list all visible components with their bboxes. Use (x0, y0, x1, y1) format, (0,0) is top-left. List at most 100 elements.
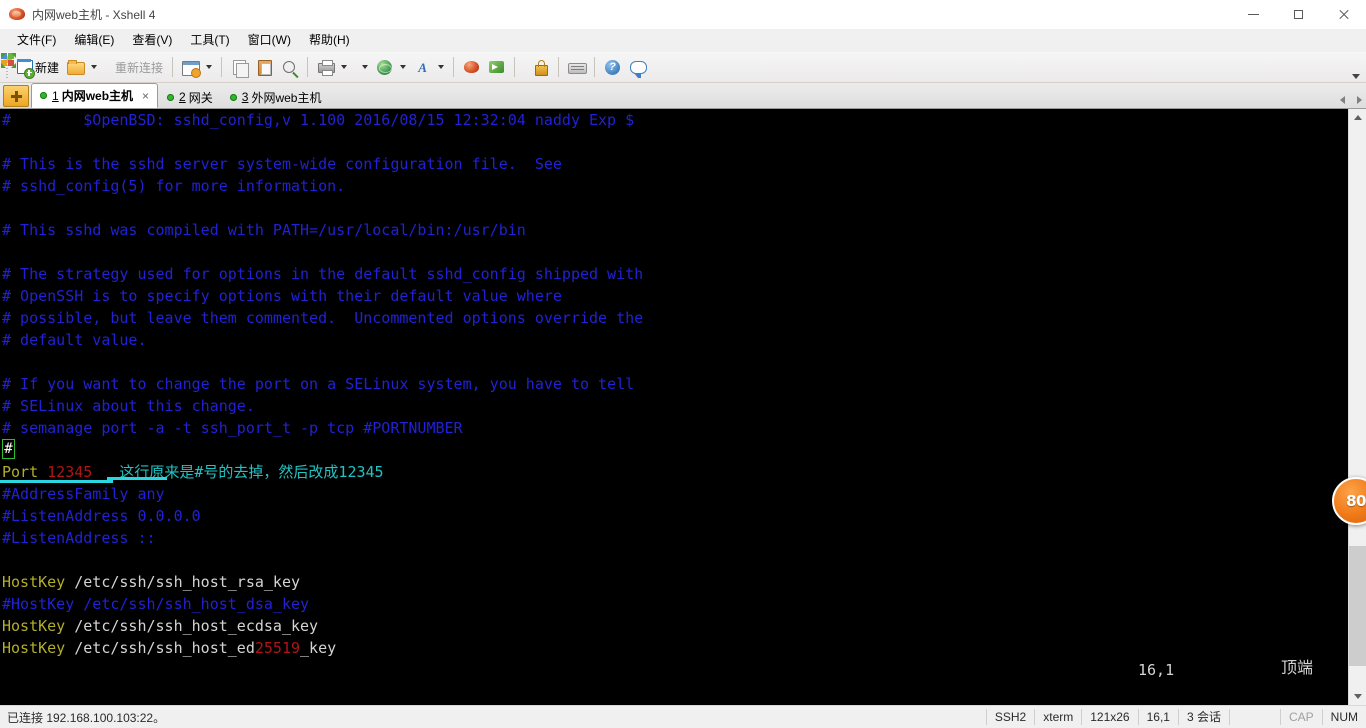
tab-status-dot-icon (40, 92, 47, 99)
menu-tools[interactable]: 工具(T) (181, 30, 238, 50)
tab-scroll-left-icon[interactable] (1340, 96, 1345, 104)
toolbar-separator-4 (453, 57, 455, 77)
tab-scroll-right-icon[interactable] (1357, 96, 1362, 104)
connect-button[interactable] (0, 53, 109, 80)
status-num-lock: NUM (1321, 709, 1366, 725)
terminal-line: # semanage port -a -t ssh_port_t -p tcp … (2, 417, 463, 439)
tab-3-waiwang-web[interactable]: 3 外网web主机 (222, 86, 330, 108)
font-dropdown-icon[interactable] (438, 65, 445, 69)
lock-icon (532, 59, 549, 76)
font-icon: A (418, 59, 427, 75)
terminal-text: # If you want to change the port on a SE… (2, 375, 635, 393)
xshell-app-icon (9, 6, 25, 22)
tab-1-neiwang-web[interactable]: 1 内网web主机 × (31, 83, 159, 108)
menu-help[interactable]: 帮助(H) (300, 30, 359, 50)
status-caps-lock: CAP (1279, 709, 1322, 725)
tab-1-close-icon[interactable]: × (142, 90, 149, 102)
fullscreen-button[interactable] (1, 53, 528, 80)
menu-file[interactable]: 文件(F) (8, 30, 65, 50)
scroll-down-button[interactable] (1349, 688, 1366, 705)
session-manager-button[interactable] (178, 54, 203, 80)
color-scheme-button[interactable] (1, 53, 359, 80)
terminal-text: HostKey (2, 639, 75, 657)
connection-status: 已连接 192.168.100.103:22。 (7, 710, 166, 725)
print-dropdown-icon[interactable] (341, 65, 348, 69)
find-button[interactable] (277, 54, 302, 80)
terminal-area: HostKey /etc/ssh/ssh_host_ed25519_key Hos… (0, 109, 1366, 705)
scrollbar-thumb[interactable] (1349, 546, 1366, 666)
terminal-line: # This is the sshd server system-wide co… (2, 153, 562, 175)
scrollbar-track[interactable] (1349, 126, 1366, 688)
status-term-type: xterm (1034, 709, 1081, 725)
color-scheme-dropdown-icon[interactable] (362, 65, 369, 69)
tab-3-number: 3 (241, 90, 249, 104)
scroll-up-button[interactable] (1349, 109, 1366, 126)
close-button[interactable] (1321, 0, 1366, 28)
minimize-icon (1248, 13, 1259, 15)
maximize-icon (1294, 9, 1303, 19)
xftp-icon (488, 59, 505, 76)
open-session-dropdown-icon[interactable] (91, 65, 98, 69)
terminal-text: HostKey (2, 573, 75, 591)
terminal-text: # The strategy used for options in the d… (2, 265, 644, 283)
terminal-text: # sshd_config(5) for more information. (2, 177, 346, 195)
chat-bubble-icon (629, 59, 648, 78)
copy-button[interactable] (227, 54, 252, 80)
chevron-up-icon (1353, 115, 1362, 120)
toolbar-separator-3 (307, 57, 309, 77)
menu-bar: 文件(F) 编辑(E) 查看(V) 工具(T) 窗口(W) 帮助(H) (0, 29, 1366, 52)
help-button[interactable]: ? (600, 54, 625, 80)
lock-button[interactable] (528, 54, 553, 80)
terminal-text: #AddressFamily any (2, 485, 165, 503)
open-session-button[interactable] (63, 54, 88, 80)
xshell-button[interactable] (459, 54, 484, 80)
new-tab-button[interactable] (3, 85, 29, 107)
toolbar-separator-6 (558, 57, 560, 77)
chat-button[interactable] (625, 54, 650, 80)
terminal-line: # SELinux about this change. (2, 395, 255, 417)
menu-edit[interactable]: 编辑(E) (65, 30, 123, 50)
terminal-line: # If you want to change the port on a SE… (2, 373, 634, 395)
chevron-down-icon (1353, 694, 1362, 699)
font-button[interactable]: A (410, 54, 435, 80)
reconnect-button[interactable]: 重新连接 (0, 53, 167, 80)
encoding-dropdown-icon[interactable] (400, 65, 407, 69)
terminal-screen[interactable]: HostKey /etc/ssh/ssh_host_ed25519_key Hos… (0, 109, 1348, 705)
menu-view[interactable]: 查看(V) (123, 30, 181, 50)
paste-button[interactable] (252, 54, 277, 80)
toolbar-separator-7 (594, 57, 596, 77)
session-manager-icon (182, 59, 202, 78)
encoding-button[interactable] (372, 54, 397, 80)
toolbar: 新建 重新连接 A ? (0, 52, 1366, 83)
toolbar-separator-2 (221, 57, 223, 77)
xftp-button[interactable] (484, 54, 509, 80)
keyboard-button[interactable] (564, 54, 589, 80)
terminal-text: # default value. (2, 331, 147, 349)
new-session-icon (16, 59, 35, 79)
window-controls (1231, 0, 1366, 28)
paste-icon (256, 59, 273, 76)
status-cursor-position: 16,1 (1137, 709, 1178, 725)
terminal-line: # OpenSSH is to specify options with the… (2, 285, 562, 307)
menu-window[interactable]: 窗口(W) (239, 30, 300, 50)
vim-scroll-indicator: 顶端 (1281, 658, 1314, 677)
maximize-button[interactable] (1276, 0, 1321, 28)
tab-2-wangguan[interactable]: 2 网关 (159, 86, 221, 108)
session-manager-dropdown-icon[interactable] (206, 65, 213, 69)
globe-icon (376, 59, 393, 76)
toolbar-separator-1 (172, 57, 174, 77)
terminal-line: #AddressFamily any (2, 483, 165, 505)
port-80-badge-label: 80 (1346, 492, 1366, 510)
terminal-scrollbar[interactable] (1348, 109, 1366, 705)
terminal-text: # This sshd was compiled with PATH=/usr/… (2, 221, 526, 239)
tab-1-label: 内网web主机 (61, 89, 134, 103)
new-session-button[interactable]: 新建 (12, 54, 63, 80)
minimize-button[interactable] (1231, 0, 1276, 28)
new-session-label: 新建 (35, 60, 60, 75)
title-bar: 内网web主机 - Xshell 4 (0, 0, 1366, 29)
terminal-text: # This is the sshd server system-wide co… (2, 155, 562, 173)
terminal-text: # OpenSSH is to specify options with the… (2, 287, 562, 305)
terminal-line: # default value. (2, 329, 147, 351)
print-button[interactable] (313, 54, 338, 80)
toolbar-overflow-icon[interactable] (1352, 74, 1360, 79)
